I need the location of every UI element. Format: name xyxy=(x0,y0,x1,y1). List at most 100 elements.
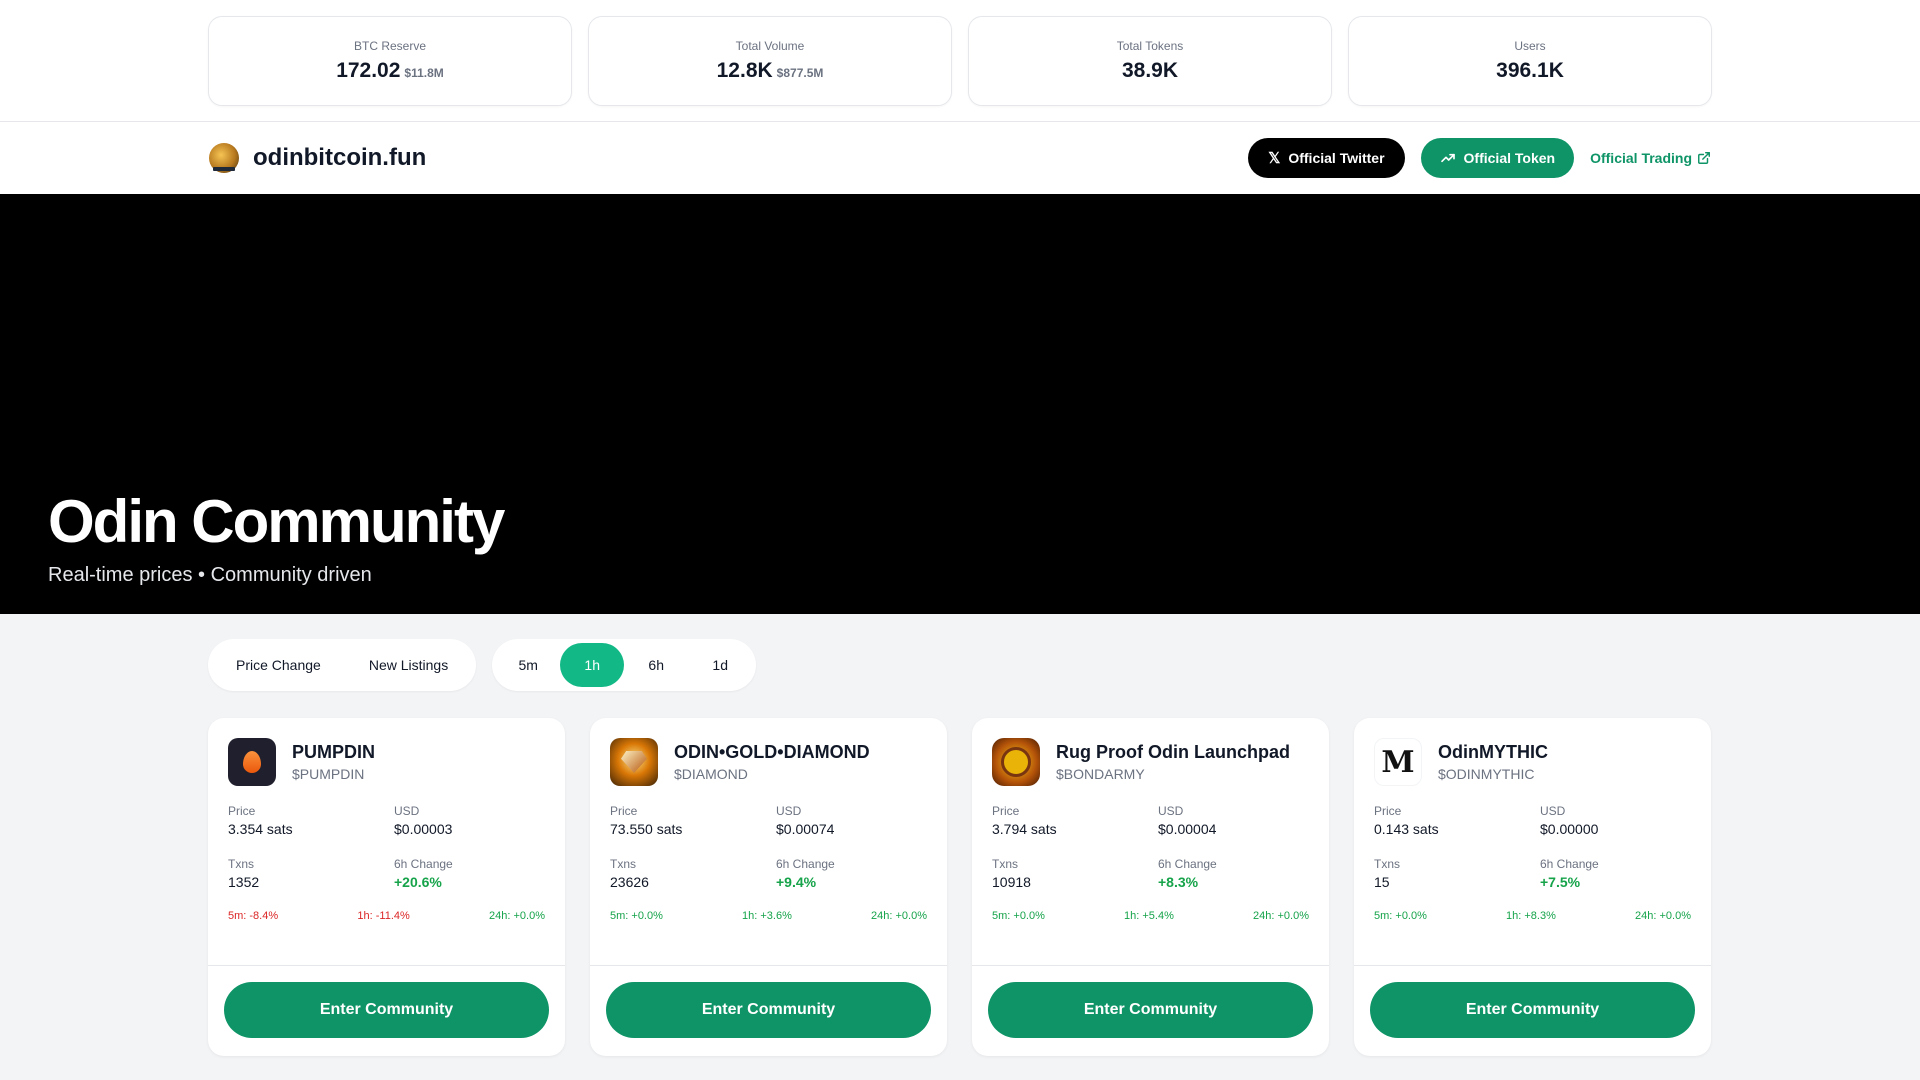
enter-community-button[interactable]: Enter Community xyxy=(988,982,1313,1038)
stat-value-row: 396.1K xyxy=(1496,59,1564,83)
stats-bar: BTC Reserve 172.02 $11.8M Total Volume 1… xyxy=(0,0,1920,122)
hero-title: Odin Community xyxy=(48,488,505,555)
price-deltas: 5m: +0.0% 1h: +3.6% 24h: +0.0% xyxy=(610,910,927,922)
metric-6h-change: 6h Change +8.3% xyxy=(1158,857,1324,890)
token-card[interactable]: M OdinMYTHIC $ODINMYTHIC Price 0.143 sats… xyxy=(1354,718,1711,1056)
delta-24h: 24h: +0.0% xyxy=(1635,910,1691,922)
metric-txns: Txns 23626 xyxy=(610,857,776,890)
metric-price: Price 3.354 sats xyxy=(228,804,394,837)
official-token-button[interactable]: Official Token xyxy=(1420,138,1575,178)
enter-community-button[interactable]: Enter Community xyxy=(1370,982,1695,1038)
stat-label: Total Tokens xyxy=(1116,39,1184,53)
stat-label: Users xyxy=(1514,39,1546,53)
metric-label: Txns xyxy=(228,857,255,871)
token-card-grid: PUMPDIN $PUMPDIN Price 3.354 sats USD $0.0… xyxy=(0,691,1920,1056)
stat-value: 38.9K xyxy=(1121,59,1179,82)
metric-label: 6h Change xyxy=(1540,857,1599,871)
stat-value-row: 172.02 $11.8M xyxy=(336,59,444,83)
timeframe-5m[interactable]: 5m xyxy=(496,643,560,687)
token-title-block: ODIN•GOLD•DIAMOND $DIAMOND xyxy=(674,742,870,782)
metric-value: 1352 xyxy=(228,874,260,890)
enter-community-button[interactable]: Enter Community xyxy=(224,982,549,1038)
token-ticker: $PUMPDIN xyxy=(292,766,365,782)
trending-up-icon xyxy=(1440,153,1455,163)
metric-usd: USD $0.00004 xyxy=(1158,804,1324,837)
timeframe-6h[interactable]: 6h xyxy=(624,643,688,687)
external-link-icon xyxy=(1698,152,1710,164)
timeframe-1d[interactable]: 1d xyxy=(688,643,752,687)
card-divider xyxy=(1354,965,1711,966)
price-deltas: 5m: +0.0% 1h: +5.4% 24h: +0.0% xyxy=(992,910,1309,922)
metric-label: USD xyxy=(1540,804,1566,818)
stat-label: BTC Reserve xyxy=(353,39,427,53)
delta-1h: 1h: +3.6% xyxy=(742,910,792,922)
hero-subtitle: Real-time prices • Community driven xyxy=(48,564,372,586)
site-header: odinbitcoin.fun 𝕏 Official Twitter Offic… xyxy=(0,122,1920,194)
metric-txns: Txns 15 xyxy=(1374,857,1540,890)
metric-value: 23626 xyxy=(610,874,649,890)
hero-banner: Odin Community Real-time prices • Commun… xyxy=(0,194,1920,614)
token-name: PUMPDIN xyxy=(292,742,376,762)
metric-value: $0.00003 xyxy=(394,821,453,837)
metric-price: Price 73.550 sats xyxy=(610,804,776,837)
stat-card-users: Users 396.1K xyxy=(1348,16,1712,106)
metric-value: 15 xyxy=(1374,874,1390,890)
card-body: M OdinMYTHIC $ODINMYTHIC Price 0.143 sats… xyxy=(1354,718,1711,922)
x-logo-icon: 𝕏 xyxy=(1268,149,1281,167)
token-name: ODIN•GOLD•DIAMOND xyxy=(674,742,870,762)
official-trading-link[interactable]: Official Trading xyxy=(1590,150,1711,166)
stat-value: 172.02 xyxy=(336,59,401,82)
metric-value: +7.5% xyxy=(1540,874,1581,890)
metric-label: Txns xyxy=(610,857,637,871)
delta-1h: 1h: +5.4% xyxy=(1124,910,1174,922)
token-card[interactable]: Rug Proof Odin Launchpad $BONDARMY Price… xyxy=(972,718,1329,1056)
metric-label: Price xyxy=(610,804,638,818)
stat-sub: $877.5M xyxy=(776,66,824,80)
metric-usd: USD $0.00003 xyxy=(394,804,560,837)
enter-community-button[interactable]: Enter Community xyxy=(606,982,931,1038)
token-metrics: Price 73.550 sats USD $0.00074 Txns 23626 6… xyxy=(610,804,927,890)
stat-card-btc-reserve: BTC Reserve 172.02 $11.8M xyxy=(208,16,572,106)
card-header: PUMPDIN $PUMPDIN xyxy=(228,738,545,786)
metric-value: 10918 xyxy=(992,874,1031,890)
token-card[interactable]: ODIN•GOLD•DIAMOND $DIAMOND Price 73.550 s… xyxy=(590,718,947,1056)
brand[interactable]: odinbitcoin.fun xyxy=(209,143,426,173)
stat-value: 396.1K xyxy=(1496,59,1564,82)
pumpdin-logo-icon xyxy=(228,738,276,786)
stat-label: Total Volume xyxy=(735,39,805,53)
tab-price-change[interactable]: Price Change xyxy=(212,643,345,687)
card-header: M OdinMYTHIC $ODINMYTHIC xyxy=(1374,738,1691,786)
stat-value-row: 38.9K xyxy=(1122,59,1178,83)
official-twitter-button[interactable]: 𝕏 Official Twitter xyxy=(1248,138,1405,178)
stat-sub: $11.8M xyxy=(404,66,444,80)
stat-card-total-volume: Total Volume 12.8K $877.5M xyxy=(588,16,952,106)
delta-24h: 24h: +0.0% xyxy=(1253,910,1309,922)
metric-value: +9.4% xyxy=(776,874,817,890)
brand-name: odinbitcoin.fun xyxy=(253,144,427,171)
token-title-block: Rug Proof Odin Launchpad $BONDARMY xyxy=(1056,742,1290,782)
timeframe-1h[interactable]: 1h xyxy=(560,643,625,687)
metric-value: 0.143 sats xyxy=(1374,821,1439,837)
token-metrics: Price 3.354 sats USD $0.00003 Txns 1352 6h … xyxy=(228,804,545,890)
card-header: Rug Proof Odin Launchpad $BONDARMY xyxy=(992,738,1309,786)
card-divider xyxy=(972,965,1329,966)
stat-value: 12.8K xyxy=(716,59,773,82)
tab-new-listings[interactable]: New Listings xyxy=(345,643,472,687)
token-metrics: Price 0.143 sats USD $0.00000 Txns 15 6h Ch… xyxy=(1374,804,1691,890)
token-ticker: $DIAMOND xyxy=(674,766,748,782)
timeframe-tabs: 5m 1h 6h 1d xyxy=(492,639,757,691)
official-trading-label: Official Trading xyxy=(1590,150,1692,166)
metric-usd: USD $0.00074 xyxy=(776,804,942,837)
token-title-block: PUMPDIN $PUMPDIN xyxy=(292,742,375,782)
token-name: OdinMYTHIC xyxy=(1438,742,1548,762)
card-body: PUMPDIN $PUMPDIN Price 3.354 sats USD $0.0… xyxy=(208,718,565,922)
token-card[interactable]: PUMPDIN $PUMPDIN Price 3.354 sats USD $0.0… xyxy=(208,718,565,1056)
metric-value: 73.550 sats xyxy=(610,821,683,837)
metric-txns: Txns 1352 xyxy=(228,857,394,890)
delta-1h: 1h: -11.4% xyxy=(357,910,410,922)
metric-label: 6h Change xyxy=(1158,857,1217,871)
official-twitter-label: Official Twitter xyxy=(1288,150,1385,166)
header-actions: 𝕏 Official Twitter Official Token Offici… xyxy=(1248,138,1711,178)
metric-txns: Txns 10918 xyxy=(992,857,1158,890)
metric-value: $0.00000 xyxy=(1540,821,1599,837)
